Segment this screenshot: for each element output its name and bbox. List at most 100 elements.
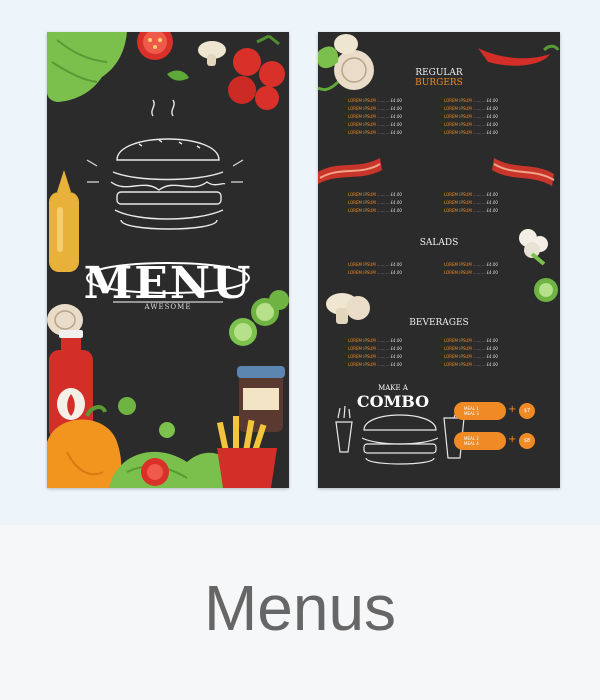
leader-dots: .......... — [472, 192, 486, 197]
menu-item-name: LOREM IPSUM — [444, 354, 472, 359]
menu-item-name: LOREM IPSUM — [348, 208, 376, 213]
menu-item-price: £4.00 — [390, 354, 402, 359]
pea-icon — [159, 422, 175, 438]
menu-item-row: LOREM IPSUM.......... £4.00 — [444, 270, 498, 275]
plus-icon: + — [508, 404, 517, 415]
menu-item-price: £4.00 — [390, 338, 402, 343]
menu-item-name: LOREM IPSUM — [348, 346, 376, 351]
section-title-beverages: BEVERAGES — [409, 318, 469, 328]
combo-burger-icon — [335, 405, 465, 465]
menu-item-name: LOREM IPSUM — [348, 200, 376, 205]
menu-item-price: £4.00 — [486, 262, 498, 267]
menu-item-price: £4.00 — [390, 362, 402, 367]
menu-item-name: LOREM IPSUM — [444, 346, 472, 351]
menu-item-price: £4.00 — [390, 114, 402, 119]
menu-item-name: LOREM IPSUM — [444, 106, 472, 111]
menu-item-name: LOREM IPSUM — [348, 122, 376, 127]
menu-item-row: LOREM IPSUM.......... £4.00 — [444, 262, 498, 267]
leader-dots: .......... — [376, 192, 390, 197]
leader-dots: .......... — [472, 200, 486, 205]
leader-dots: .......... — [472, 362, 486, 367]
menu-item-row: LOREM IPSUM.......... £4.00 — [348, 354, 402, 359]
leader-dots: .......... — [472, 346, 486, 351]
menu-item-price: £4.00 — [390, 106, 402, 111]
menu-item-row: LOREM IPSUM.......... £4.00 — [348, 200, 402, 205]
menu-subtitle: AWESOME — [144, 303, 192, 311]
leader-dots: .......... — [376, 262, 390, 267]
menu-item-name: LOREM IPSUM — [348, 192, 376, 197]
menu-item-row: LOREM IPSUM.......... £4.00 — [444, 346, 498, 351]
menu-item-row: LOREM IPSUM.......... £4.00 — [348, 192, 402, 197]
card-label[interactable]: Menus — [0, 525, 600, 700]
menu-item-row: LOREM IPSUM.......... £4.00 — [444, 192, 498, 197]
menu-item-row: LOREM IPSUM.......... £4.00 — [348, 362, 402, 367]
leader-dots: .......... — [376, 114, 390, 119]
leader-dots: .......... — [472, 122, 486, 127]
leader-dots: .......... — [376, 270, 390, 275]
combo-title: MAKE A COMBO — [356, 384, 430, 411]
menu-item-price: £4.00 — [486, 208, 498, 213]
leader-dots: .......... — [472, 130, 486, 135]
menu-item-name: LOREM IPSUM — [444, 122, 472, 127]
menu-item-row: LOREM IPSUM.......... £4.00 — [444, 98, 498, 103]
mustard-bottle-icon — [49, 170, 79, 272]
card-title: Menus — [203, 571, 397, 644]
lettuce-icon — [109, 451, 237, 488]
menu-item-row: LOREM IPSUM.......... £4.00 — [444, 114, 498, 119]
combo-deal-2: MEAL 2 MEAL 4 — [454, 432, 506, 450]
leader-dots: .......... — [376, 130, 390, 135]
menu-item-name: LOREM IPSUM — [444, 130, 472, 135]
menu-item-name: LOREM IPSUM — [348, 338, 376, 343]
menu-item-row: LOREM IPSUM.......... £4.00 — [348, 338, 402, 343]
menu-item-price: £4.00 — [390, 130, 402, 135]
menu-item-name: LOREM IPSUM — [444, 192, 472, 197]
leader-dots: .......... — [376, 208, 390, 213]
menu-item-row: LOREM IPSUM.......... £4.00 — [444, 338, 498, 343]
menu-item-name: LOREM IPSUM — [444, 270, 472, 275]
menu-item-name: LOREM IPSUM — [444, 338, 472, 343]
menu-item-row: LOREM IPSUM.......... £4.00 — [348, 346, 402, 351]
menus-thumbnail[interactable]: MENU AWESOME REGULAR BURGERS SALADS BEVE… — [0, 0, 600, 525]
leader-dots: .......... — [376, 122, 390, 127]
menu-item-name: LOREM IPSUM — [348, 98, 376, 103]
menu-item-price: £4.00 — [486, 270, 498, 275]
cucumber-icon — [534, 278, 558, 302]
section-title-regular-burgers: REGULAR BURGERS — [415, 68, 463, 88]
menu-item-name: LOREM IPSUM — [444, 262, 472, 267]
leader-dots: .......... — [376, 362, 390, 367]
menu-cover-panel: MENU AWESOME — [47, 32, 289, 488]
leader-dots: .......... — [376, 354, 390, 359]
menu-item-price: £4.00 — [486, 346, 498, 351]
menu-item-name: LOREM IPSUM — [444, 200, 472, 205]
menu-item-name: LOREM IPSUM — [348, 270, 376, 275]
menu-item-row: LOREM IPSUM.......... £4.00 — [348, 262, 402, 267]
menu-item-row: LOREM IPSUM.......... £4.00 — [444, 122, 498, 127]
leader-dots: .......... — [472, 338, 486, 343]
leader-dots: .......... — [472, 98, 486, 103]
menu-item-price: £4.00 — [390, 270, 402, 275]
menu-item-name: LOREM IPSUM — [444, 98, 472, 103]
menu-item-name: LOREM IPSUM — [348, 262, 376, 267]
menu-price-panel: REGULAR BURGERS SALADS BEVERAGES LOREM I… — [318, 32, 560, 488]
menu-item-price: £4.00 — [390, 200, 402, 205]
herb-icon — [167, 70, 189, 81]
leader-dots: .......... — [376, 346, 390, 351]
mushroom-icon — [198, 41, 226, 66]
menu-item-price: £4.00 — [486, 192, 498, 197]
leader-dots: .......... — [376, 200, 390, 205]
menu-item-name: LOREM IPSUM — [348, 362, 376, 367]
menu-item-price: £4.00 — [390, 192, 402, 197]
cherry-tomatoes-icon — [228, 34, 285, 110]
tomato-icon — [137, 32, 173, 60]
menu-item-price: £4.00 — [486, 362, 498, 367]
menu-item-row: LOREM IPSUM.......... £4.00 — [348, 114, 402, 119]
combo-price-1: $7 — [519, 403, 535, 419]
menu-item-row: LOREM IPSUM.......... £4.00 — [348, 208, 402, 213]
menu-item-name: LOREM IPSUM — [348, 114, 376, 119]
menu-item-name: LOREM IPSUM — [444, 114, 472, 119]
combo-deal-1: MEAL 1 MEAL 3 — [454, 402, 506, 420]
leader-dots: .......... — [376, 98, 390, 103]
menu-item-price: £4.00 — [486, 106, 498, 111]
menu-item-price: £4.00 — [486, 122, 498, 127]
leader-dots: .......... — [472, 106, 486, 111]
